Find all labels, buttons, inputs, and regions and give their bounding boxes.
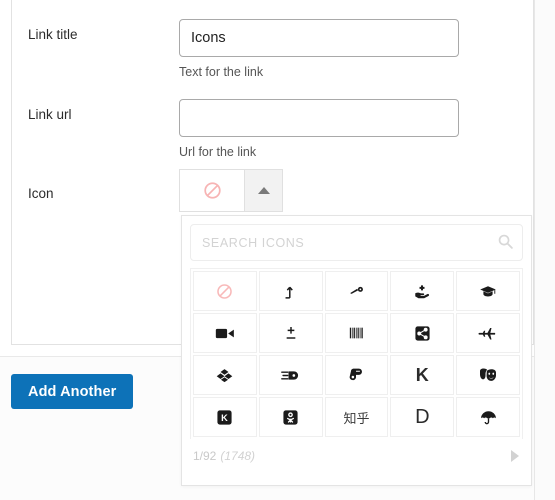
- barcode-icon: [349, 327, 363, 339]
- icon-tile-kickstarter[interactable]: K: [193, 397, 257, 437]
- kickstarter-icon: K: [217, 409, 232, 425]
- icon-grid-row: K: [192, 354, 521, 396]
- icon-tile-kickstarter-k[interactable]: K: [390, 355, 455, 395]
- level-up-alt-icon: [285, 286, 294, 299]
- link-url-help: Url for the link: [179, 145, 257, 159]
- link-title-help: Text for the link: [179, 65, 264, 79]
- link-url-label: Link url: [28, 107, 72, 122]
- faucet-icon: [350, 286, 363, 294]
- icon-tile-level-up-alt[interactable]: [258, 271, 323, 311]
- page-counter-total: (1748): [220, 449, 256, 463]
- icon-tile-theater-masks[interactable]: [456, 355, 520, 395]
- icon-grid-row: K 知乎 D: [192, 396, 521, 438]
- share-alt-square-icon: [415, 325, 430, 341]
- dropbox-icon: [217, 368, 233, 382]
- plus-minus-icon: [286, 327, 296, 339]
- next-page-button[interactable]: [511, 450, 519, 462]
- hand-holding-medical-icon: [415, 284, 430, 298]
- theater-masks-icon: [480, 368, 497, 381]
- icon-tile-hand-holding-medical[interactable]: [390, 271, 455, 311]
- add-another-button[interactable]: Add Another: [11, 374, 134, 409]
- icon-search-input[interactable]: [190, 224, 523, 261]
- zhihu-icon: 知乎: [343, 410, 370, 426]
- icon-select-group: [179, 169, 283, 212]
- icon-tile-ban[interactable]: [193, 271, 257, 311]
- fighter-jet-icon: [478, 327, 495, 339]
- link-title-input[interactable]: [179, 19, 459, 57]
- svg-text:K: K: [222, 413, 229, 423]
- icon-grid-row: [192, 270, 521, 312]
- hand-point-right-fast-icon: [280, 370, 298, 380]
- icon-tile-odnoklassniki-square[interactable]: [258, 397, 323, 437]
- icon-tile-share-alt-square[interactable]: [390, 313, 455, 353]
- caret-up-icon: [257, 187, 270, 194]
- icon-picker-toggle-button[interactable]: [244, 169, 283, 212]
- icon-tile-dropbox[interactable]: [193, 355, 257, 395]
- link-url-input[interactable]: [179, 99, 459, 137]
- hand-point-down-icon: [350, 368, 363, 380]
- icon-tile-digital-ocean[interactable]: D: [390, 397, 455, 437]
- page-counter: 1/92 (1748): [193, 449, 255, 463]
- icon-tile-fighter-jet[interactable]: [456, 313, 520, 353]
- graduation-cap-icon: [480, 285, 496, 296]
- icon-tile-zhihu[interactable]: 知乎: [324, 397, 389, 437]
- icon-tile-faucet[interactable]: [324, 271, 389, 311]
- page-counter-current: 1/92: [193, 449, 217, 463]
- icon-tile-plus-minus[interactable]: [258, 313, 323, 353]
- icon-tile-hand-point-down[interactable]: [324, 355, 389, 395]
- icon-tile-graduation-cap[interactable]: [456, 271, 520, 311]
- icon-picker-footer: 1/92 (1748): [190, 448, 523, 464]
- odnoklassniki-square-icon: [283, 409, 298, 425]
- icon-label: Icon: [28, 186, 54, 201]
- umbrella-icon: [480, 410, 496, 424]
- icon-tile-umbrella[interactable]: [456, 397, 520, 437]
- icon-tile-video[interactable]: [193, 313, 257, 353]
- icon-tile-barcode[interactable]: [324, 313, 389, 353]
- icon-search-wrapper: [190, 224, 523, 261]
- link-title-label: Link title: [28, 27, 78, 42]
- selected-icon-preview-button[interactable]: [179, 169, 244, 212]
- icon-tile-hand-point-right-fast[interactable]: [258, 355, 323, 395]
- digital-ocean-icon: D: [415, 405, 430, 428]
- icon-picker-dropdown: K K: [181, 215, 532, 486]
- ban-icon: [217, 283, 233, 299]
- ban-icon: [203, 182, 221, 199]
- kickstarter-k-icon: K: [415, 364, 429, 385]
- icon-grid: K K 知乎 D: [190, 268, 523, 439]
- video-icon: [215, 328, 234, 338]
- page-background-right: [534, 0, 555, 500]
- icon-grid-row: [192, 312, 521, 354]
